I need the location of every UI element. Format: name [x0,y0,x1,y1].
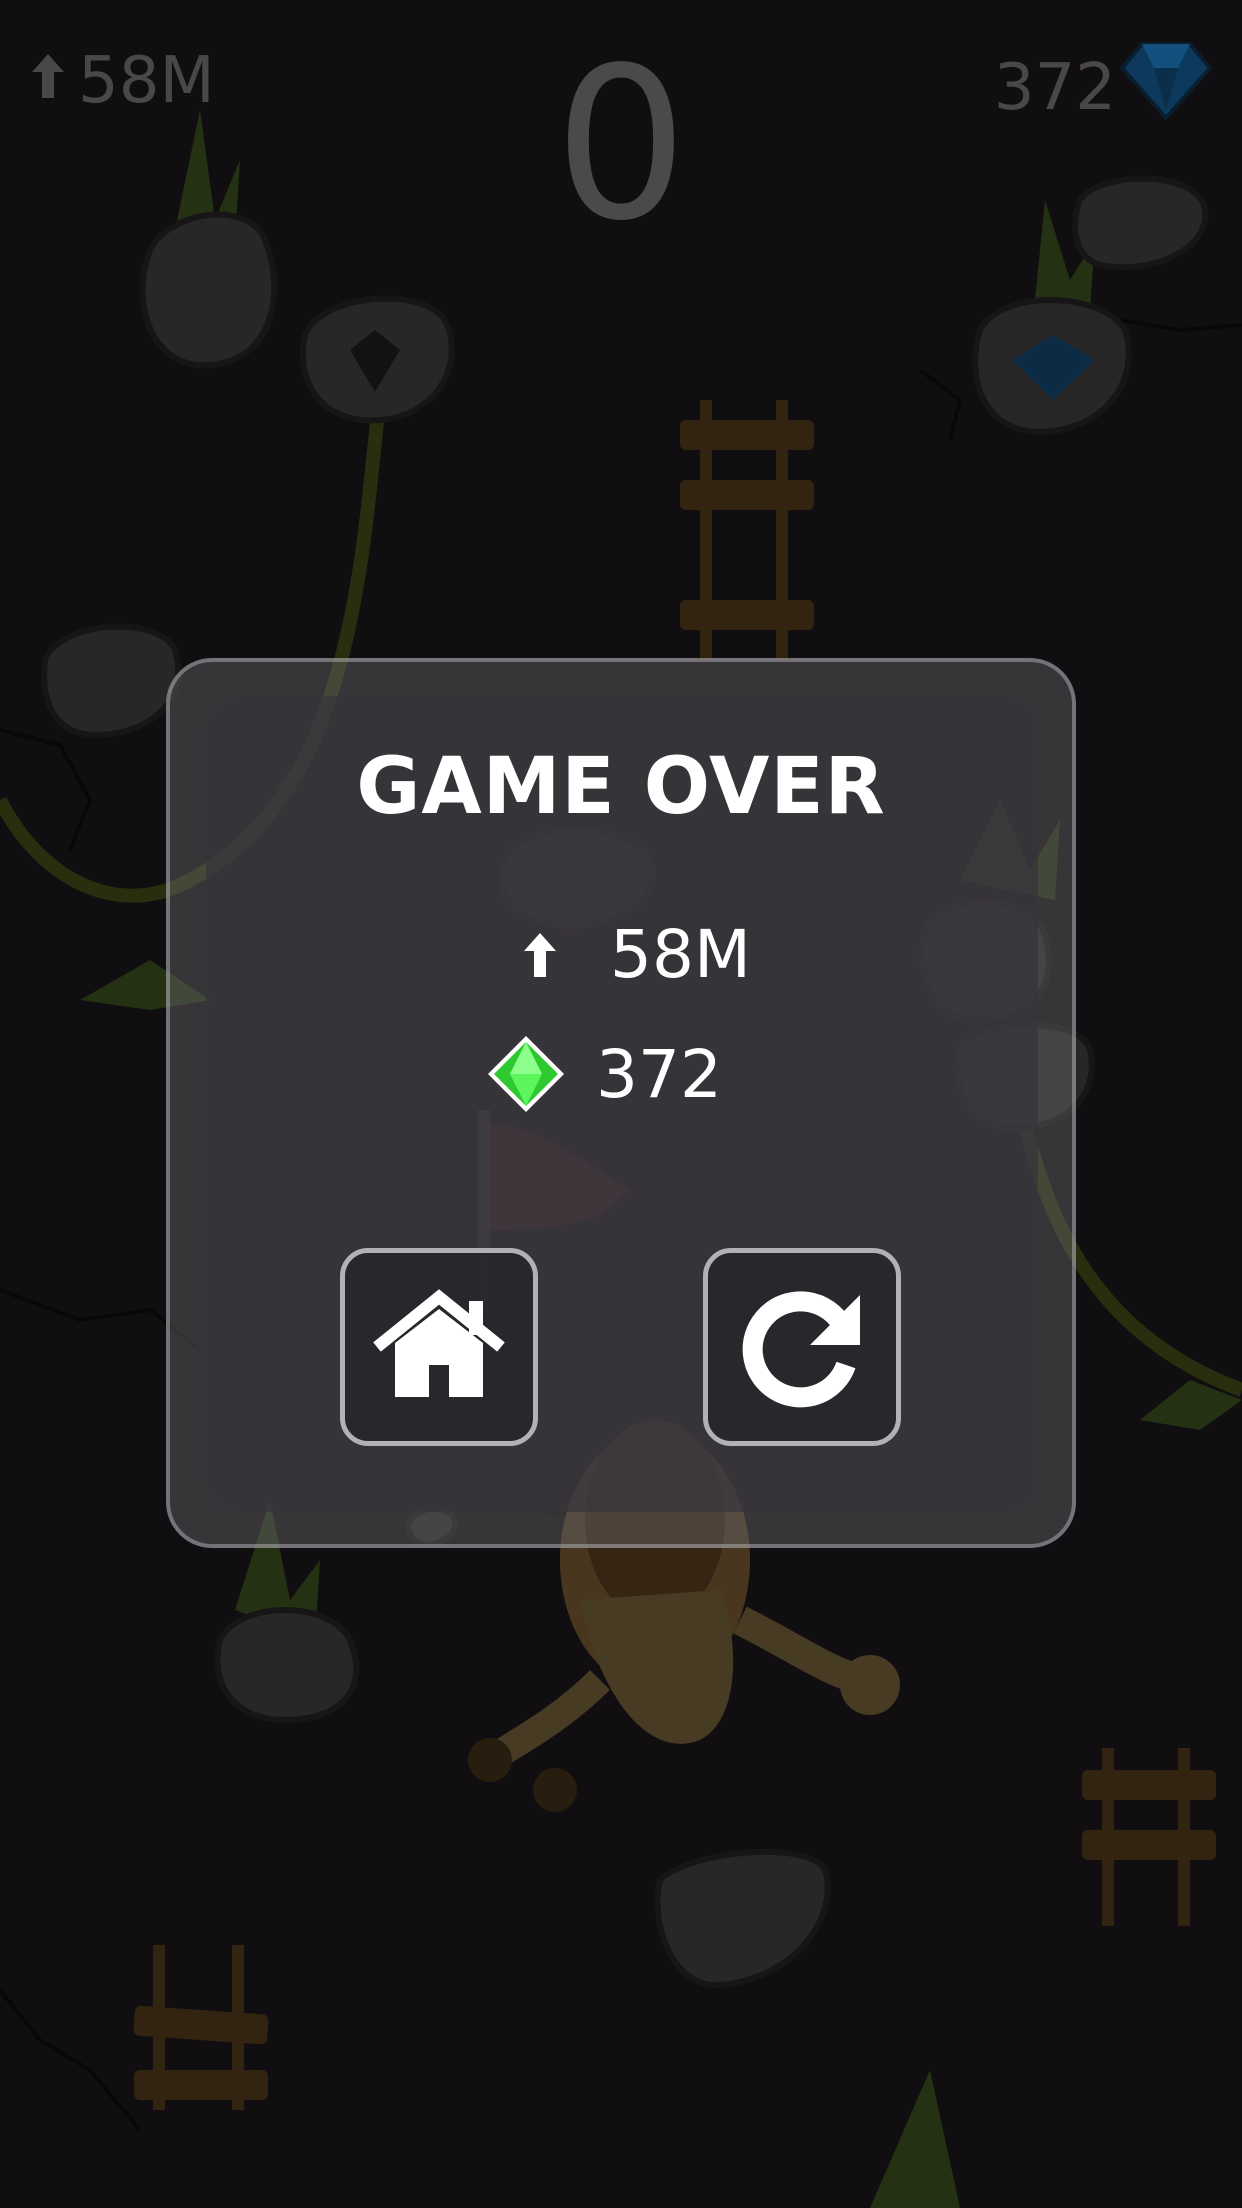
blue-diamond-icon [1119,40,1213,136]
up-arrow-icon [500,929,580,981]
result-gems: 372 [486,1034,722,1114]
result-height: 58M [500,916,751,993]
result-gems-value: 372 [596,1035,722,1113]
home-icon [373,1289,505,1405]
hud-gems: 372 [993,40,1213,136]
restart-icon [738,1281,866,1413]
green-gem-icon [486,1034,566,1114]
game-over-title: GAME OVER [356,742,886,832]
restart-button[interactable] [703,1248,901,1446]
hud-gems-value: 372 [993,51,1116,125]
result-height-value: 58M [610,916,751,993]
home-button[interactable] [340,1248,538,1446]
